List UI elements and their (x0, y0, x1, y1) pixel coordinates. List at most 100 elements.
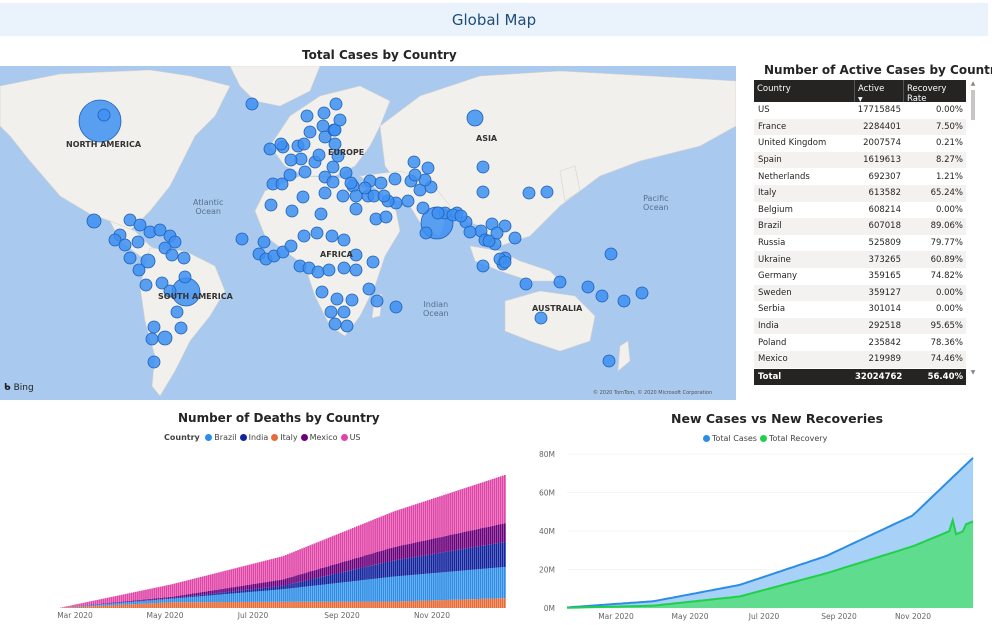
deaths-bar[interactable] (139, 599, 141, 601)
deaths-bar[interactable] (64, 606, 66, 608)
deaths-bar[interactable] (343, 571, 346, 583)
table-row[interactable]: India 292518 95.65% (754, 317, 966, 335)
deaths-bar[interactable] (268, 559, 271, 582)
deaths-bar[interactable] (315, 542, 318, 570)
deaths-bar[interactable] (370, 520, 372, 554)
case-bubble[interactable] (284, 239, 298, 253)
deaths-bar[interactable] (226, 602, 228, 608)
deaths-bar[interactable] (197, 577, 200, 593)
deaths-bar[interactable] (266, 601, 269, 608)
deaths-bar[interactable] (347, 570, 350, 582)
deaths-bar[interactable] (203, 595, 206, 603)
deaths-bar[interactable] (293, 587, 295, 602)
deaths-bar[interactable] (445, 535, 447, 552)
deaths-bar[interactable] (183, 596, 186, 598)
case-bubble[interactable] (317, 106, 331, 120)
deaths-bar[interactable] (392, 511, 395, 548)
deaths-bar[interactable] (461, 570, 464, 600)
deaths-bar[interactable] (378, 551, 381, 564)
deaths-bar[interactable] (386, 562, 389, 578)
deaths-bar[interactable] (426, 500, 429, 540)
deaths-bar[interactable] (179, 602, 182, 608)
deaths-bar[interactable] (224, 592, 226, 595)
deaths-bar[interactable] (499, 567, 502, 599)
case-bubble[interactable] (595, 289, 609, 303)
deaths-bar[interactable] (439, 537, 441, 553)
deaths-bar[interactable] (191, 593, 194, 596)
deaths-bar[interactable] (483, 481, 486, 528)
deaths-bar[interactable] (175, 596, 178, 598)
deaths-bar[interactable] (289, 601, 291, 608)
deaths-bar[interactable] (76, 606, 78, 607)
deaths-bar[interactable] (335, 563, 338, 574)
case-bubble[interactable] (401, 194, 415, 208)
deaths-bar[interactable] (317, 577, 320, 586)
deaths-bar[interactable] (343, 582, 346, 602)
deaths-bar[interactable] (335, 573, 338, 584)
case-bubble[interactable] (377, 189, 391, 203)
case-bubble[interactable] (362, 282, 376, 296)
deaths-bar[interactable] (349, 581, 352, 602)
deaths-bar[interactable] (339, 572, 342, 583)
deaths-bar[interactable] (493, 543, 496, 568)
deaths-bar[interactable] (439, 600, 441, 608)
deaths-bar[interactable] (416, 556, 419, 575)
deaths-bar[interactable] (155, 598, 158, 600)
deaths-bar[interactable] (171, 598, 174, 599)
deaths-bar[interactable] (469, 486, 472, 531)
deaths-bar[interactable] (451, 534, 453, 551)
deaths-bar[interactable] (287, 588, 289, 602)
deaths-bar[interactable] (414, 574, 417, 601)
deaths-bar[interactable] (230, 602, 233, 608)
deaths-bar[interactable] (291, 552, 293, 577)
deaths-bar[interactable] (82, 605, 85, 607)
case-bubble[interactable] (315, 285, 329, 299)
deaths-bar[interactable] (433, 538, 435, 554)
deaths-bar[interactable] (147, 589, 149, 600)
deaths-bar[interactable] (353, 558, 356, 570)
deaths-bar[interactable] (455, 533, 458, 551)
deaths-bar[interactable] (465, 531, 468, 549)
deaths-bar[interactable] (262, 590, 265, 602)
deaths-bar[interactable] (390, 561, 393, 577)
deaths-bar[interactable] (228, 591, 230, 594)
deaths-bar[interactable] (355, 568, 358, 581)
deaths-bar[interactable] (420, 502, 423, 542)
deaths-bar[interactable] (185, 580, 188, 595)
deaths-bar[interactable] (398, 559, 401, 577)
deaths-bar[interactable] (289, 553, 291, 578)
deaths-bar[interactable] (214, 602, 216, 608)
case-bubble[interactable] (139, 278, 153, 292)
deaths-bar[interactable] (384, 601, 387, 608)
deaths-bar[interactable] (268, 587, 271, 591)
deaths-bar[interactable] (78, 603, 80, 606)
deaths-bar[interactable] (487, 544, 490, 569)
deaths-bar[interactable] (135, 601, 137, 605)
deaths-bar[interactable] (463, 548, 466, 571)
case-bubble[interactable] (165, 248, 179, 262)
deaths-bar[interactable] (362, 523, 364, 557)
deaths-bar[interactable] (112, 602, 115, 604)
deaths-bar[interactable] (187, 602, 190, 608)
deaths-bar[interactable] (248, 564, 251, 585)
deaths-bar[interactable] (264, 587, 267, 591)
deaths-bar[interactable] (424, 555, 427, 574)
deaths-bar[interactable] (422, 540, 425, 556)
deaths-bar[interactable] (471, 547, 474, 570)
deaths-bar[interactable] (475, 546, 478, 570)
deaths-bar[interactable] (362, 601, 364, 608)
deaths-bar[interactable] (374, 578, 376, 602)
case-bubble[interactable] (132, 263, 146, 277)
deaths-bar[interactable] (195, 595, 198, 597)
deaths-bar[interactable] (244, 601, 247, 608)
deaths-bar[interactable] (457, 533, 460, 550)
case-bubble[interactable] (345, 293, 359, 307)
case-bubble[interactable] (147, 320, 161, 334)
deaths-bar[interactable] (404, 544, 407, 559)
deaths-bar[interactable] (309, 601, 312, 608)
deaths-bar[interactable] (149, 598, 151, 601)
deaths-bar[interactable] (155, 599, 158, 604)
deaths-bar[interactable] (307, 545, 310, 573)
case-bubble[interactable] (370, 294, 384, 308)
deaths-bar[interactable] (270, 559, 273, 582)
